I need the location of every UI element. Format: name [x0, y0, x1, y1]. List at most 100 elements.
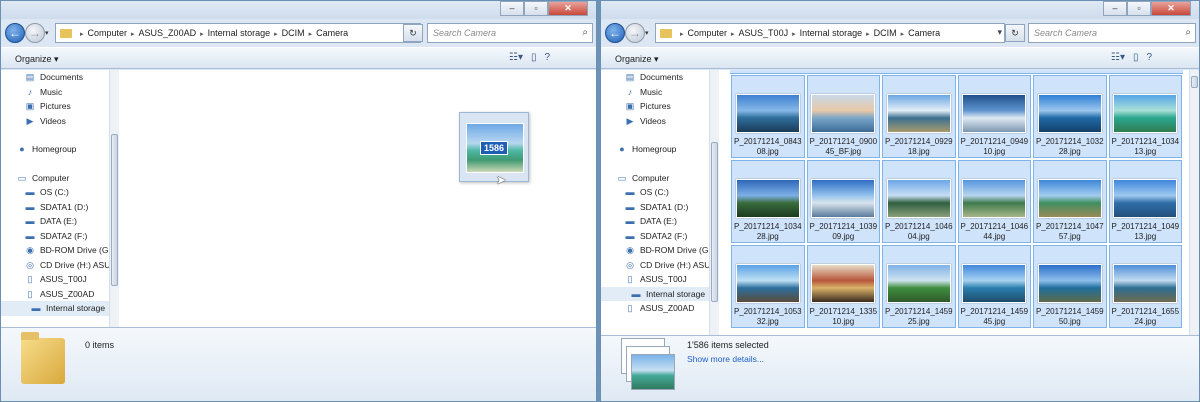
address-bar[interactable]: ▸ Computer ▸ ASUS_T00J ▸ Internal storage ▸ DCI…: [655, 23, 1005, 43]
file-item[interactable]: P_20171214_104644.jpg: [957, 160, 1031, 243]
maximize-button[interactable]: ▫: [1127, 1, 1151, 16]
file-item[interactable]: P_20171214_145925.jpg: [882, 245, 956, 328]
chevron-right-icon[interactable]: ▸: [200, 31, 204, 38]
nav-item-videos[interactable]: ▶ Videos: [1, 114, 118, 129]
chevron-right-icon[interactable]: ▸: [274, 31, 278, 38]
chevron-right-icon[interactable]: ▸: [680, 31, 684, 38]
file-item[interactable]: P_20171214_103413.jpg: [1108, 75, 1182, 158]
file-item[interactable]: P_20171214_145950.jpg: [1033, 245, 1107, 328]
breadcrumb-item[interactable]: Internal storage: [208, 28, 271, 38]
file-item[interactable]: P_20171214_104604.jpg: [882, 160, 956, 243]
nav-item-pictures[interactable]: ▣ Pictures: [601, 99, 718, 114]
nav-scrollbar[interactable]: [109, 70, 119, 327]
change-view-icon[interactable]: ☷▾: [509, 52, 523, 63]
chevron-right-icon[interactable]: ▸: [131, 31, 135, 38]
file-item[interactable]: P_20171214_090045_BF.jpg: [806, 75, 880, 158]
nav-item-data-e[interactable]: ▬ DATA (E:): [1, 214, 118, 229]
file-item[interactable]: P_20171214_103228.jpg: [1033, 75, 1107, 158]
show-more-details-link[interactable]: Show more details...: [687, 354, 764, 364]
nav-item-os-c[interactable]: ▬ OS (C:): [1, 185, 118, 200]
back-button[interactable]: ←: [605, 23, 625, 43]
file-item[interactable]: P_20171214_103428.jpg: [731, 160, 805, 243]
change-view-icon[interactable]: ☷▾: [1111, 52, 1125, 63]
nav-item-pictures[interactable]: ▣ Pictures: [1, 99, 118, 114]
file-item[interactable]: P_20171214_084308.jpg: [731, 75, 805, 158]
nav-item-asus-z00ad[interactable]: ▯ ASUS_Z00AD: [601, 301, 718, 316]
chevron-right-icon[interactable]: ▸: [866, 31, 870, 38]
nav-item-sdata2-f[interactable]: ▬ SDATA2 (F:): [601, 229, 718, 244]
nav-item-bd-rom-drive-g[interactable]: ◉ BD-ROM Drive (G:: [1, 243, 118, 258]
nav-item-os-c[interactable]: ▬ OS (C:): [601, 185, 718, 200]
content-scrollbar[interactable]: [1189, 70, 1199, 335]
nav-item-documents[interactable]: ▤ Documents: [1, 70, 118, 85]
breadcrumb-item[interactable]: DCIM: [874, 28, 897, 38]
scrollbar-thumb[interactable]: [111, 134, 118, 286]
scrollbar-thumb[interactable]: [711, 142, 718, 302]
nav-item-internal-storage[interactable]: ▬ Internal storage: [1, 301, 118, 316]
organize-button[interactable]: Organize ▾: [15, 54, 59, 65]
file-list-empty[interactable]: 1586 ➤: [119, 70, 596, 327]
nav-scrollbar[interactable]: [709, 70, 719, 335]
search-input[interactable]: Search Camera ⌕: [1028, 23, 1196, 43]
breadcrumb-item[interactable]: Internal storage: [800, 28, 863, 38]
breadcrumb-item[interactable]: ASUS_T00J: [739, 28, 789, 38]
chevron-right-icon[interactable]: ▸: [80, 31, 84, 38]
recent-pages-dropdown[interactable]: ▾: [45, 29, 49, 37]
breadcrumb-item[interactable]: Camera: [908, 28, 940, 38]
chevron-right-icon[interactable]: ▸: [792, 31, 796, 38]
close-button[interactable]: ✕: [548, 1, 588, 16]
file-item[interactable]: P_20171214_104757.jpg: [1033, 160, 1107, 243]
address-bar[interactable]: ▸ Computer ▸ ASUS_Z00AD ▸ Internal storage ▸ DC…: [55, 23, 421, 43]
forward-button[interactable]: →: [625, 23, 645, 43]
nav-item-sdata2-f[interactable]: ▬ SDATA2 (F:): [1, 229, 118, 244]
preview-pane-icon[interactable]: ▯: [531, 52, 537, 63]
title-bar[interactable]: – ▫ ✕: [1, 1, 596, 19]
minimize-button[interactable]: –: [500, 1, 524, 16]
search-input[interactable]: Search Camera ⌕: [427, 23, 593, 43]
title-bar[interactable]: – ▫ ✕: [601, 1, 1199, 19]
nav-item-documents[interactable]: ▤ Documents: [601, 70, 718, 85]
nav-item-homegroup[interactable]: ● Homegroup: [1, 142, 118, 157]
file-item[interactable]: P_20171214_145945.jpg: [957, 245, 1031, 328]
help-icon[interactable]: ?: [1147, 52, 1153, 63]
nav-item-asus-t00j[interactable]: ▯ ASUS_T00J: [1, 272, 118, 287]
file-item[interactable]: P_20171214_105332.jpg: [731, 245, 805, 328]
organize-button[interactable]: Organize ▾: [615, 54, 659, 65]
nav-item-asus-t00j[interactable]: ▯ ASUS_T00J: [601, 272, 718, 287]
nav-item-bd-rom-drive-g[interactable]: ◉ BD-ROM Drive (G:: [601, 243, 718, 258]
refresh-button[interactable]: ↻: [403, 24, 423, 42]
nav-item-asus-z00ad[interactable]: ▯ ASUS_Z00AD: [1, 287, 118, 302]
scrollbar-thumb[interactable]: [1191, 76, 1198, 88]
help-icon[interactable]: ?: [545, 52, 551, 63]
nav-item-internal-storage[interactable]: ▬ Internal storage: [601, 286, 718, 301]
breadcrumb-item[interactable]: Camera: [316, 28, 348, 38]
forward-button[interactable]: →: [25, 23, 45, 43]
preview-pane-icon[interactable]: ▯: [1133, 52, 1139, 63]
file-item[interactable]: P_20171214_104913.jpg: [1108, 160, 1182, 243]
nav-item-cd-drive-h-asu[interactable]: ◎ CD Drive (H:) ASU: [601, 258, 718, 273]
close-button[interactable]: ✕: [1151, 1, 1191, 16]
file-item[interactable]: P_20171214_103909.jpg: [806, 160, 880, 243]
file-item[interactable]: P_20171214_165524.jpg: [1108, 245, 1182, 328]
recent-pages-dropdown[interactable]: ▾: [645, 29, 649, 37]
maximize-button[interactable]: ▫: [524, 1, 548, 16]
file-item[interactable]: P_20171214_092918.jpg: [882, 75, 956, 158]
file-item[interactable]: P_20171214_133510.jpg: [806, 245, 880, 328]
nav-item-homegroup[interactable]: ● Homegroup: [601, 142, 718, 157]
file-item[interactable]: P_20171214_094910.jpg: [957, 75, 1031, 158]
nav-item-music[interactable]: ♪ Music: [1, 85, 118, 100]
nav-item-music[interactable]: ♪ Music: [601, 85, 718, 100]
breadcrumb-item[interactable]: DCIM: [282, 28, 305, 38]
refresh-button[interactable]: ↻: [1005, 24, 1025, 42]
breadcrumb-item[interactable]: Computer: [88, 28, 128, 38]
nav-item-videos[interactable]: ▶ Videos: [601, 114, 718, 129]
nav-item-data-e[interactable]: ▬ DATA (E:): [601, 214, 718, 229]
breadcrumb-item[interactable]: ASUS_Z00AD: [139, 28, 197, 38]
chevron-right-icon[interactable]: ▸: [731, 31, 735, 38]
nav-item-computer[interactable]: ▭ Computer: [601, 171, 718, 186]
nav-item-cd-drive-h-asu[interactable]: ◎ CD Drive (H:) ASU: [1, 258, 118, 273]
breadcrumb-item[interactable]: Computer: [688, 28, 728, 38]
back-button[interactable]: ←: [5, 23, 25, 43]
nav-item-computer[interactable]: ▭ Computer: [1, 171, 118, 186]
chevron-right-icon[interactable]: ▸: [901, 31, 905, 38]
